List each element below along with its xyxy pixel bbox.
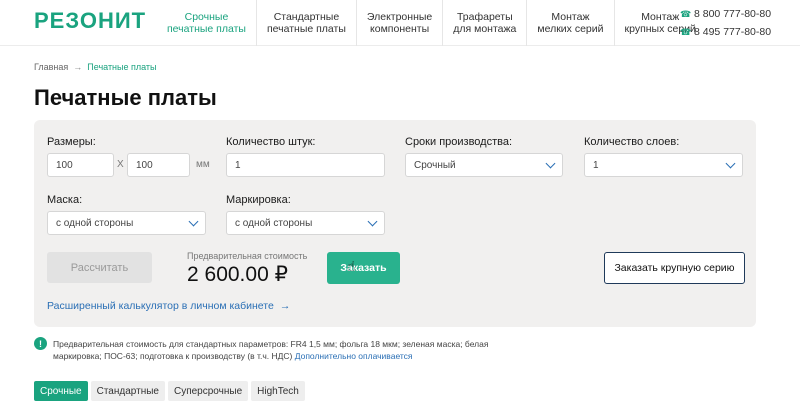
tab-super-urgent[interactable]: Суперсрочные [167, 381, 249, 401]
info-icon: ! [34, 337, 47, 350]
main-nav: Срочные печатные платы Стандартные печатны… [157, 0, 706, 46]
breadcrumb-home[interactable]: Главная [34, 62, 68, 72]
order-large-series-button[interactable]: Заказать крупную серию [604, 252, 745, 284]
nav-item-standard-pcb[interactable]: Стандартные печатные платы [257, 0, 357, 46]
breadcrumb-current[interactable]: Печатные платы [87, 62, 156, 72]
size-unit: мм [196, 159, 210, 170]
nav-item-stencils[interactable]: Трафареты для монтажа [443, 0, 528, 46]
size-separator: X [117, 159, 124, 170]
page-title: Печатные платы [34, 85, 217, 110]
size-label: Размеры: [47, 136, 96, 148]
calculator-panel: Размеры: 100 X 100 мм Количество штук: 1… [34, 120, 756, 327]
marking-select[interactable]: с одной стороны [226, 211, 385, 235]
phone-2[interactable]: ☎ 8 495 777-80-80 [680, 24, 771, 40]
chevron-down-icon [367, 216, 378, 226]
layers-select[interactable]: 1 [584, 153, 743, 177]
nav-item-urgent-pcb[interactable]: Срочные печатные платы [157, 0, 257, 46]
breadcrumb-arrow-icon: → [73, 62, 83, 72]
breadcrumb: Главная → Печатные платы [34, 62, 157, 72]
marking-label: Маркировка: [226, 194, 291, 206]
extended-calculator-link[interactable]: Расширенный калькулятор в личном кабинет… [47, 300, 290, 312]
nav-item-small-assembly[interactable]: Монтаж мелких серий [527, 0, 615, 46]
pcb-type-tabs: Срочные Стандартные Суперсрочные HighTec… [34, 381, 305, 401]
nav-label: печатные платы [167, 23, 246, 35]
qty-input[interactable]: 1 [226, 153, 385, 177]
mask-value: с одной стороны [56, 217, 134, 229]
calculate-button[interactable]: Рассчитать [47, 252, 152, 283]
tab-urgent[interactable]: Срочные [34, 381, 88, 401]
nav-label: для монтажа [453, 23, 517, 35]
price-value: 2 600.00 ₽ [187, 263, 288, 286]
tab-standard[interactable]: Стандартные [90, 381, 165, 401]
phone-number: 8 800 777-80-80 [694, 8, 772, 20]
nav-label: мелких серий [537, 23, 604, 35]
tab-hightech[interactable]: HighTech [251, 381, 305, 401]
note-link[interactable]: Дополнительно оплачивается [295, 351, 413, 361]
mask-select[interactable]: с одной стороны [47, 211, 206, 235]
mask-label: Маска: [47, 194, 83, 206]
qty-label: Количество штук: [226, 136, 316, 148]
chevron-down-icon [545, 158, 556, 168]
price-label: Предварительная стоимость [187, 251, 308, 261]
nav-label: Монтаж [551, 11, 590, 23]
nav-label: Трафареты [456, 11, 513, 23]
nav-label: Стандартные [273, 11, 340, 23]
nav-label: Срочные [184, 11, 229, 23]
arrow-right-icon: → [279, 300, 291, 312]
site-header: РЕЗОНИТ Срочные печатные платы Стандартны… [0, 0, 800, 46]
chevron-down-icon [725, 158, 736, 168]
size-x-input[interactable]: 100 [47, 153, 114, 177]
marking-value: с одной стороны [235, 217, 313, 229]
nav-item-components[interactable]: Электронные компоненты [357, 0, 444, 46]
phone-number: 8 495 777-80-80 [694, 26, 772, 38]
phone-1[interactable]: ☎ 8 800 777-80-80 [680, 6, 771, 22]
nav-label: Электронные [366, 11, 433, 23]
nav-label: печатные платы [266, 23, 346, 35]
chevron-down-icon [188, 216, 199, 226]
term-value: Срочный [414, 159, 456, 171]
logo[interactable]: РЕЗОНИТ [34, 8, 146, 34]
price-note: Предварительная стоимость для стандартны… [53, 338, 493, 362]
layers-label: Количество слоев: [584, 136, 680, 148]
term-label: Сроки производства: [405, 136, 513, 148]
layers-value: 1 [593, 159, 599, 171]
term-select[interactable]: Срочный [405, 153, 563, 177]
hand-cursor-icon: ☝ [347, 258, 356, 274]
size-y-input[interactable]: 100 [127, 153, 190, 177]
phone-icon: ☎ [680, 27, 692, 37]
phone-icon: ☎ [680, 9, 692, 19]
order-button[interactable]: Заказать [327, 252, 400, 284]
nav-label: компоненты [370, 23, 430, 35]
ext-link-label: Расширенный калькулятор в личном кабинет… [47, 300, 274, 312]
note-text: Предварительная стоимость для стандартны… [53, 339, 489, 361]
phone-block: ☎ 8 800 777-80-80 ☎ 8 495 777-80-80 [680, 6, 771, 42]
